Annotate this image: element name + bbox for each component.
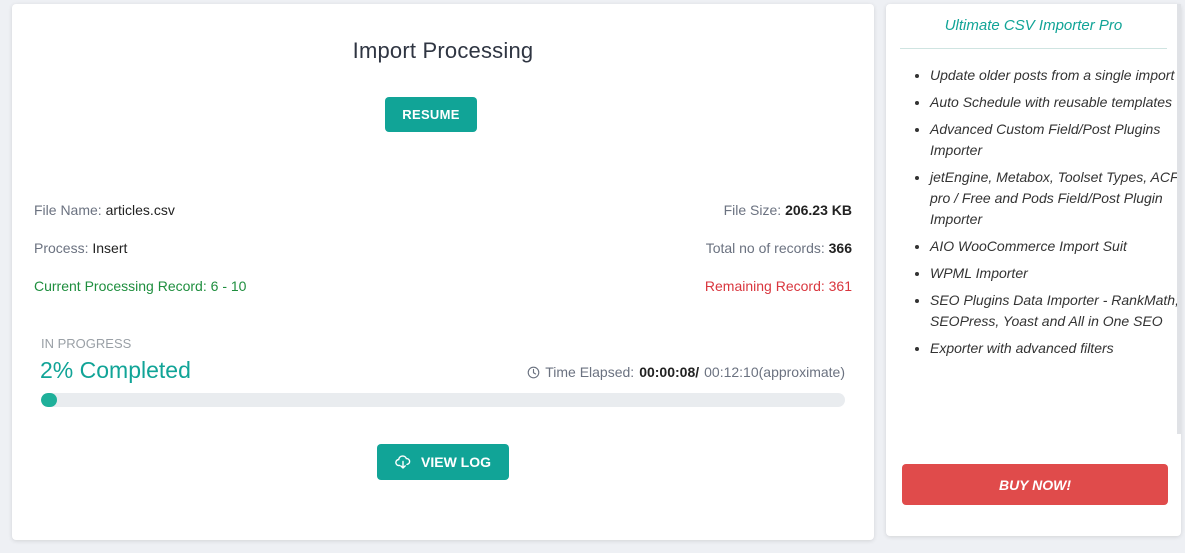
feature-item: Advanced Custom Field/Post Plugins Impor…	[930, 119, 1182, 161]
current-record-label: Current Processing Record:	[34, 278, 207, 294]
process-value: Insert	[92, 240, 128, 256]
time-elapsed-label: Time Elapsed:	[545, 364, 635, 380]
feature-list: Update older posts from a single import …	[908, 65, 1182, 365]
file-size-value: 206.23 KB	[785, 202, 852, 218]
feature-item: AIO WooCommerce Import Suit	[930, 236, 1182, 257]
feature-item: SEO Plugins Data Importer - RankMath, SE…	[930, 290, 1182, 332]
progress-bar	[41, 393, 845, 407]
process-row: Process: Insert	[34, 240, 127, 256]
file-name-value: articles.csv	[105, 202, 175, 218]
cloud-download-icon	[395, 454, 411, 470]
buy-now-button[interactable]: BUY NOW!	[902, 464, 1168, 505]
import-processing-panel: Import Processing RESUME File Name: arti…	[12, 4, 874, 540]
clock-icon	[527, 366, 540, 379]
time-estimate: 00:12:10(approximate)	[704, 364, 845, 380]
feature-item: WPML Importer	[930, 263, 1182, 284]
resume-button[interactable]: RESUME	[385, 97, 477, 132]
time-elapsed-value: 00:00:08/	[639, 364, 700, 380]
remaining-record-label: Remaining Record:	[704, 278, 825, 294]
view-log-label: VIEW LOG	[421, 454, 491, 470]
feature-item: Exporter with advanced filters	[930, 338, 1182, 359]
feature-item: Auto Schedule with reusable templates	[930, 92, 1182, 113]
time-elapsed: Time Elapsed: 00:00:08/ 00:12:10(approxi…	[527, 364, 845, 380]
file-name-row: File Name: articles.csv	[34, 202, 175, 218]
file-size-label: File Size:	[723, 202, 782, 218]
process-label: Process:	[34, 240, 89, 256]
progress-fill	[41, 393, 58, 407]
current-record-row: Current Processing Record: 6 - 10	[34, 278, 246, 294]
sidebar-scrollbar[interactable]	[1177, 4, 1181, 434]
current-record-value: 6 - 10	[210, 278, 247, 294]
promo-title: Ultimate CSV Importer Pro	[900, 17, 1167, 49]
total-records-value: 366	[828, 240, 852, 256]
remaining-record-value: 361	[828, 278, 852, 294]
promo-sidebar: Ultimate CSV Importer Pro Update older p…	[886, 4, 1181, 536]
total-records-label: Total no of records:	[705, 240, 825, 256]
file-name-label: File Name:	[34, 202, 102, 218]
view-log-button[interactable]: VIEW LOG	[377, 444, 509, 480]
remaining-record-row: Remaining Record: 361	[705, 278, 852, 294]
completed-percent: 2% Completed	[40, 357, 191, 383]
feature-item: Update older posts from a single import	[930, 65, 1182, 86]
file-size-row: File Size: 206.23 KB	[724, 202, 852, 218]
page-title: Import Processing	[352, 38, 534, 63]
status-text: IN PROGRESS	[41, 336, 132, 351]
feature-item: jetEngine, Metabox, Toolset Types, ACF p…	[930, 167, 1182, 230]
total-records-row: Total no of records: 366	[706, 240, 852, 256]
